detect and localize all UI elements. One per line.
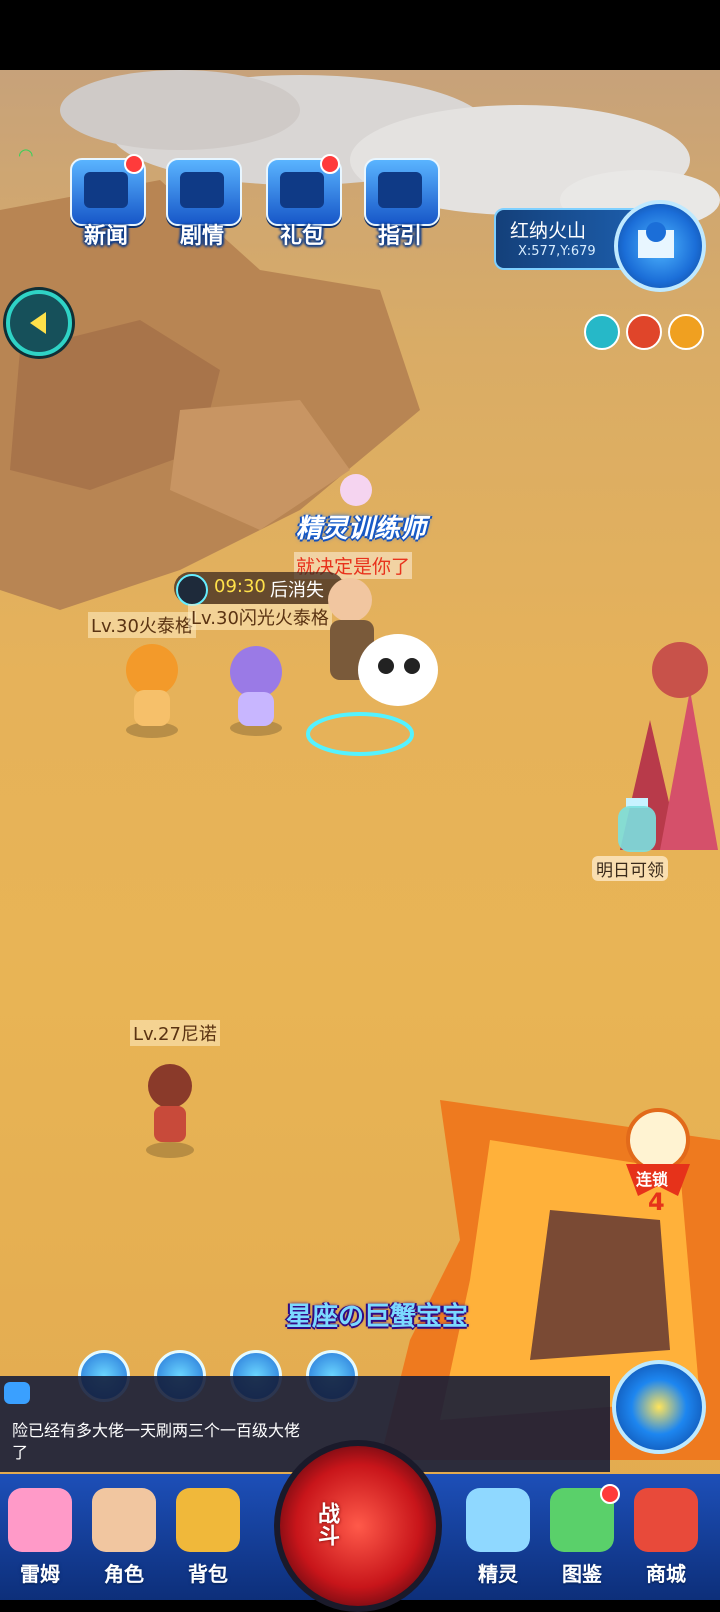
sound-icon[interactable] [584, 314, 620, 350]
chat-message: 险已经有多大佬一天刷两三个一百级大佬了 [12, 1421, 301, 1462]
top-menu: 新闻 剧情 礼包 指引 [60, 150, 460, 260]
nav-rem-label: 雷姆 [20, 1562, 60, 1586]
combo-count: 4 [648, 1188, 665, 1216]
collapse-arrow-button[interactable] [6, 290, 72, 356]
npc-label-nino: Lv.27尼诺 [130, 1020, 220, 1046]
nino-sprite[interactable] [130, 1050, 210, 1160]
fire-tiger-sprite[interactable] [112, 630, 192, 740]
story-button[interactable]: 剧情 [156, 150, 248, 256]
quick-actions [580, 314, 710, 350]
nav-spirit[interactable]: 精灵 [458, 1484, 538, 1594]
menu-collapse-icon[interactable] [668, 314, 704, 350]
guide-icon [364, 158, 440, 226]
chat-icon[interactable] [4, 1382, 30, 1404]
map-pin-icon [638, 222, 674, 258]
nav-shop-label: 商城 [646, 1562, 686, 1586]
bottle-label: 明日可领 [592, 856, 668, 881]
shiny-fire-tiger-sprite[interactable] [216, 636, 296, 736]
rem-icon [8, 1488, 72, 1552]
pokedex-badge [600, 1484, 620, 1504]
character-icon [92, 1488, 156, 1552]
backpack-icon [176, 1488, 240, 1552]
gift-label: 礼包 [279, 224, 324, 249]
nav-character[interactable]: 角色 [84, 1484, 164, 1594]
combo-label: 连锁 [636, 1170, 669, 1189]
clock-icon [176, 574, 208, 606]
news-badge [124, 154, 144, 174]
nav-backpack[interactable]: 背包 [168, 1484, 248, 1594]
timer-value: 09:30 [214, 576, 266, 597]
arrow-left-icon [30, 312, 46, 334]
nav-rem[interactable]: 雷姆 [0, 1484, 80, 1594]
wifi-icon: ◠ [18, 145, 34, 166]
magic-wand-button[interactable] [612, 1360, 706, 1454]
gift-pack-button[interactable]: 礼包 [256, 150, 348, 256]
event-banner[interactable]: 星座の巨蟹宝宝 [286, 1296, 468, 1333]
story-icon [166, 158, 242, 226]
map-button[interactable] [614, 200, 706, 292]
nav-backpack-label: 背包 [188, 1562, 228, 1586]
nav-shop[interactable]: 商城 [626, 1484, 706, 1594]
nav-pokedex-label: 图鉴 [562, 1562, 602, 1586]
guide-button[interactable]: 指引 [354, 150, 446, 256]
nav-character-label: 角色 [104, 1562, 144, 1586]
bottle-icon[interactable] [612, 796, 662, 856]
combo-badge[interactable]: 连锁 4 [616, 1104, 700, 1224]
spirit-icon [466, 1488, 530, 1552]
guide-label: 指引 [377, 224, 422, 249]
news-label: 新闻 [83, 224, 128, 249]
news-button[interactable]: 新闻 [60, 150, 152, 256]
nav-pokedex[interactable]: 图鉴 [542, 1484, 622, 1594]
story-label: 剧情 [179, 224, 224, 249]
mute-icon[interactable] [626, 314, 662, 350]
battle-button[interactable]: 战斗 [274, 1440, 442, 1612]
shop-icon [634, 1488, 698, 1552]
location-name: 红纳火山 [510, 220, 587, 242]
location-coords: X:577,Y:679 [518, 244, 596, 259]
player-character[interactable] [300, 470, 450, 760]
nav-spirit-label: 精灵 [478, 1562, 518, 1586]
gift-badge [320, 154, 340, 174]
battle-label: 战斗 [314, 1502, 339, 1546]
